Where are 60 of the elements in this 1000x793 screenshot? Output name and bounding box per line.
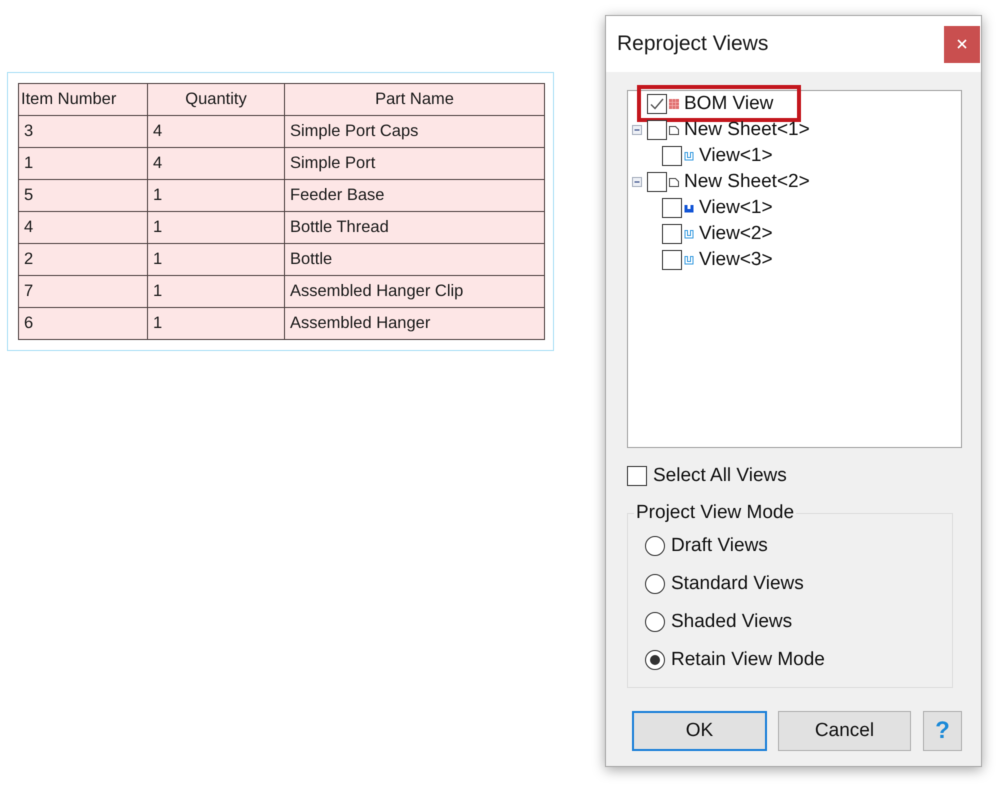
close-icon — [957, 39, 967, 49]
table-cell: 4 — [18, 212, 148, 244]
checkbox[interactable] — [662, 250, 682, 270]
table-cell: 3 — [18, 116, 148, 148]
table-cell: 7 — [18, 276, 148, 308]
table-cell: 4 — [148, 116, 284, 148]
radio-label[interactable]: Shaded Views — [671, 611, 792, 633]
table-cell: 2 — [18, 244, 148, 276]
table-cell: 1 — [148, 244, 284, 276]
checkmark-icon — [650, 98, 664, 110]
radio-label[interactable]: Retain View Mode — [671, 649, 825, 671]
table-cell: 5 — [18, 180, 148, 212]
sheet-icon — [669, 126, 679, 134]
minus-box-icon[interactable] — [632, 125, 642, 135]
close-button[interactable] — [944, 26, 980, 62]
group-title: Project View Mode — [635, 502, 796, 524]
table-cell: Assembled Hanger Clip — [284, 276, 544, 308]
table-icon — [669, 99, 679, 109]
checkbox-label[interactable]: Select All Views — [653, 465, 787, 487]
radio-label[interactable]: Standard Views — [671, 573, 804, 595]
checkbox[interactable] — [647, 172, 667, 192]
table-header-cell: Item Number — [18, 84, 148, 116]
tree-item-label[interactable]: BOM View — [684, 93, 774, 115]
table-cell: Bottle Thread — [284, 212, 544, 244]
checkbox[interactable] — [647, 120, 667, 140]
checkbox[interactable] — [662, 224, 682, 244]
table-cell: Simple Port — [284, 148, 544, 180]
table-cell: 1 — [148, 308, 284, 340]
tree-item-label[interactable]: New Sheet<2> — [684, 171, 810, 193]
tree-item-label[interactable]: View<1> — [699, 197, 773, 219]
checkbox[interactable] — [647, 94, 667, 114]
table-cell: Assembled Hanger — [284, 308, 544, 340]
table-cell: 6 — [18, 308, 148, 340]
table-cell: 4 — [148, 148, 284, 180]
radio-button[interactable] — [645, 574, 665, 594]
table-cell: 1 — [148, 276, 284, 308]
tree-item-label[interactable]: View<1> — [699, 145, 773, 167]
radio-button[interactable] — [645, 650, 665, 670]
checkbox[interactable] — [662, 198, 682, 218]
tree-item-label[interactable]: View<2> — [699, 223, 773, 245]
table-cell: Simple Port Caps — [284, 116, 544, 148]
radio-button[interactable] — [645, 612, 665, 632]
tree-item-label[interactable]: View<3> — [699, 249, 773, 271]
minus-box-icon[interactable] — [632, 177, 642, 187]
sheet-icon — [669, 178, 679, 186]
table-cell: 1 — [148, 212, 284, 244]
checkbox[interactable] — [662, 146, 682, 166]
checkbox[interactable] — [627, 466, 647, 486]
table-cell: Feeder Base — [284, 180, 544, 212]
radio-button[interactable] — [645, 536, 665, 556]
table-header-cell: Quantity — [148, 84, 284, 116]
ok-button[interactable]: OK — [632, 711, 767, 751]
cancel-button[interactable]: Cancel — [778, 711, 911, 751]
table-cell: Bottle — [284, 244, 544, 276]
radio-label[interactable]: Draft Views — [671, 535, 768, 557]
table-cell: 1 — [18, 148, 148, 180]
table-header-cell: Part Name — [284, 84, 544, 116]
window-title: Reproject Views — [617, 32, 768, 56]
table-cell: 1 — [148, 180, 284, 212]
tree-item-label[interactable]: New Sheet<1> — [684, 119, 810, 141]
